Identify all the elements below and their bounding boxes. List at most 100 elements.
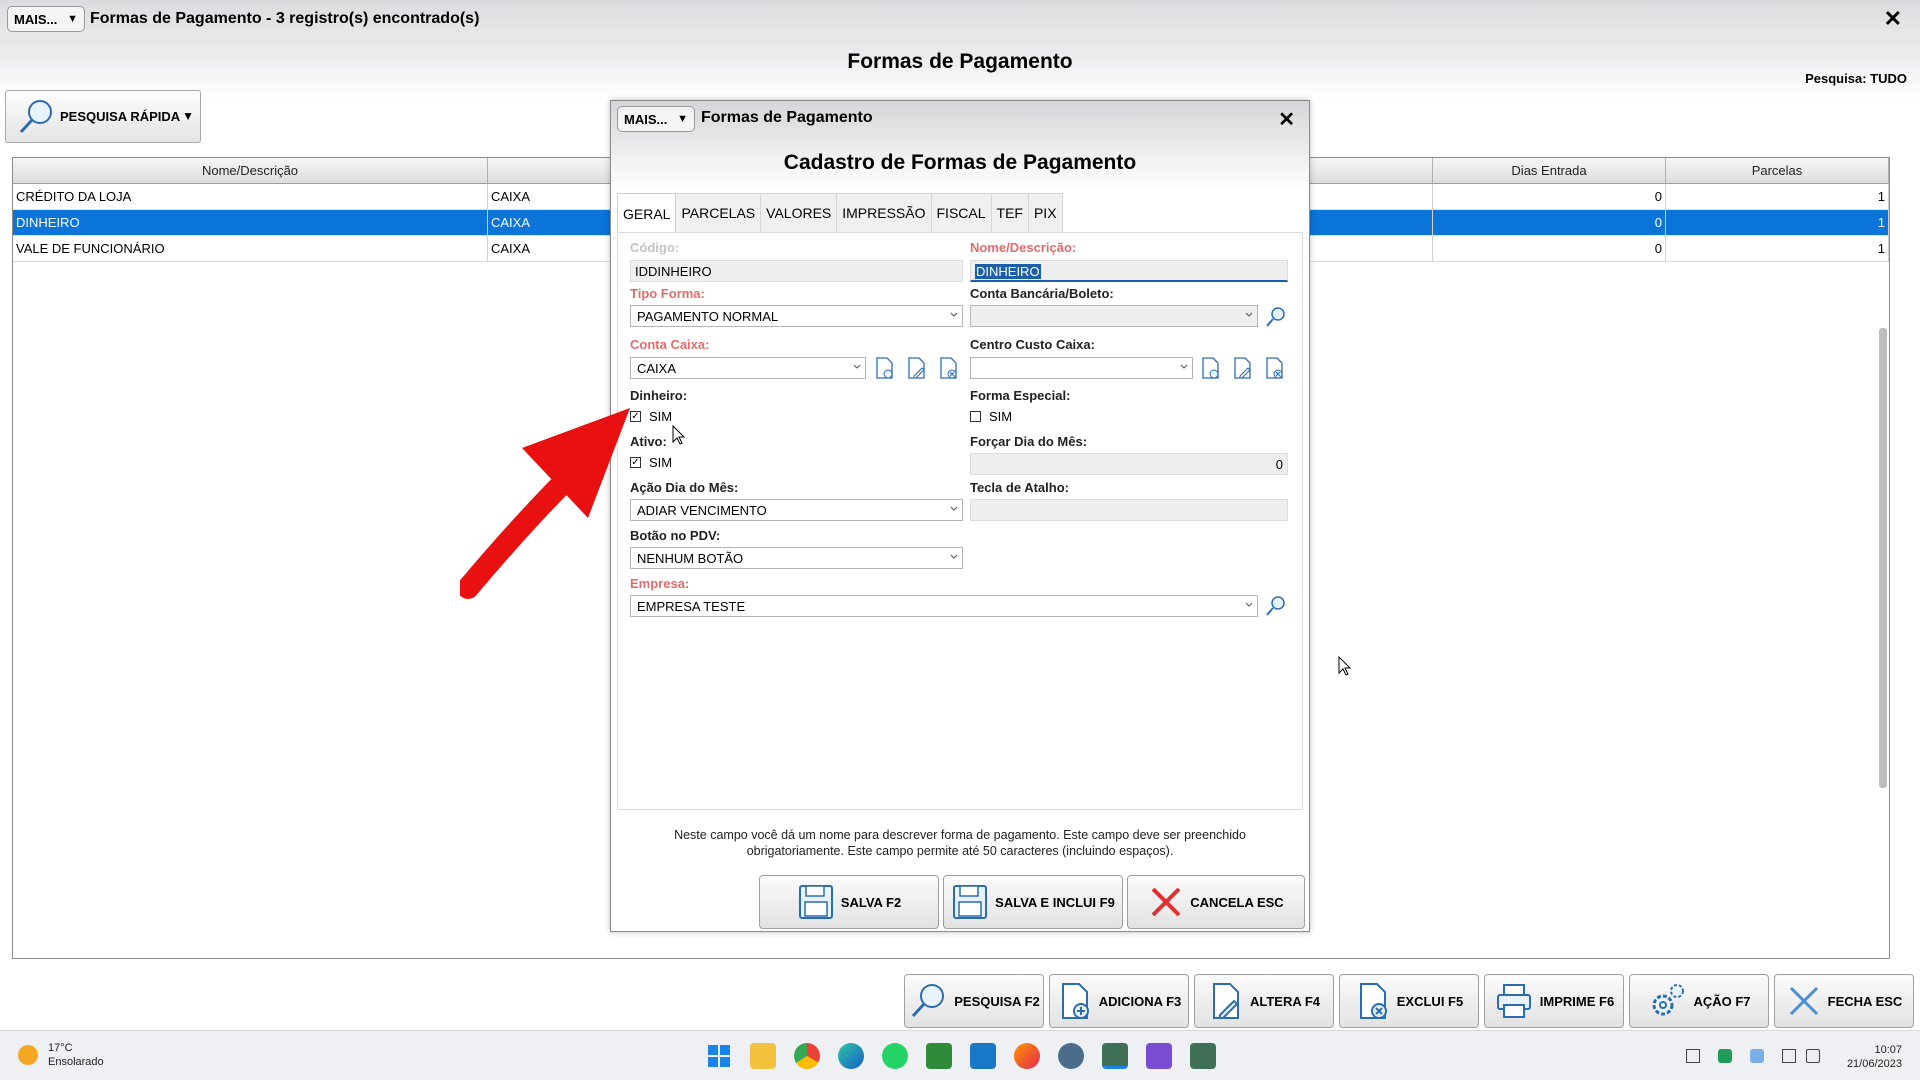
chevron-down-icon [1245, 602, 1253, 607]
cell-nome: DINHEIRO [13, 210, 488, 236]
column-header-nome[interactable]: Nome/Descrição [13, 158, 488, 184]
start-windows-icon[interactable] [706, 1043, 732, 1069]
shield-icon[interactable] [1718, 1049, 1732, 1063]
checkbox-unchecked-icon [970, 411, 981, 422]
tab-impressao[interactable]: IMPRESSÃO [837, 193, 932, 233]
acao-button[interactable]: AÇÃO F7 [1629, 974, 1769, 1028]
conta-caixa-select[interactable]: CAIXA [630, 357, 866, 379]
network-icon[interactable] [1782, 1049, 1796, 1063]
mais-menu-button[interactable]: MAIS... ▼ [7, 6, 85, 32]
file-explorer-icon[interactable] [750, 1043, 776, 1069]
delete-document-icon[interactable] [1263, 356, 1287, 380]
botao-pdv-select[interactable]: NENHUM BOTÃO [630, 547, 963, 569]
exclui-button[interactable]: EXCLUI F5 [1339, 974, 1479, 1028]
quick-search-button[interactable]: PESQUISA RÁPIDA ▼ [5, 90, 201, 143]
altera-button[interactable]: ALTERA F4 [1194, 974, 1334, 1028]
cancela-button[interactable]: CANCELA ESC [1127, 875, 1305, 929]
weather-widget[interactable]: 17°C Ensolarado [18, 1041, 104, 1069]
tipo-forma-select[interactable]: PAGAMENTO NORMAL [630, 305, 963, 327]
forma-especial-check-label: SIM [989, 409, 1013, 424]
tab-parcelas[interactable]: PARCELAS [676, 193, 762, 233]
dialog-title: Formas de Pagamento [701, 109, 873, 126]
codigo-field[interactable]: IDDINHEIRO [630, 260, 963, 282]
dialog-heading: Cadastro de Formas de Pagamento [783, 151, 1137, 174]
nome-field[interactable]: DINHEIRO [970, 260, 1288, 282]
dropdown-arrow-icon[interactable]: ▼ [182, 109, 194, 123]
add-document-icon[interactable] [1199, 356, 1223, 380]
pesquisa-button[interactable]: PESQUISA F2 [904, 974, 1044, 1028]
system-clock[interactable]: 10:07 21/06/2023 [1847, 1043, 1902, 1071]
weather-condition: Ensolarado [48, 1056, 104, 1068]
altera-label: ALTERA F4 [1249, 993, 1321, 1009]
volume-icon[interactable] [1806, 1049, 1820, 1063]
column-header-parcelas[interactable]: Parcelas [1666, 158, 1889, 184]
taskbar: 17°C Ensolarado 10:07 21/06/2023 [0, 1030, 1920, 1080]
edge-icon[interactable] [838, 1043, 864, 1069]
magnifier-icon [912, 984, 945, 1018]
search-icon[interactable] [1264, 594, 1288, 618]
add-document-icon[interactable] [873, 356, 897, 380]
tab-fiscal[interactable]: FISCAL [931, 193, 992, 233]
chrome-icon[interactable] [794, 1043, 820, 1069]
usb-icon[interactable] [1686, 1049, 1700, 1063]
acao-dia-select[interactable]: ADIAR VENCIMENTO [630, 499, 963, 521]
edit-document-icon[interactable] [1231, 356, 1255, 380]
imprime-button[interactable]: IMPRIME F6 [1484, 974, 1624, 1028]
cancel-x-icon [1151, 887, 1181, 917]
delete-document-icon[interactable] [937, 356, 961, 380]
outlook-icon[interactable] [970, 1043, 996, 1069]
close-icon[interactable]: ✕ [1278, 107, 1295, 132]
tab-panel-geral: Código: IDDINHEIRO Nome/Descrição: DINHE… [617, 232, 1303, 810]
window-title: Formas de Pagamento - 3 registro(s) enco… [90, 10, 480, 27]
tab-valores[interactable]: VALORES [761, 193, 838, 233]
dialog-mais-menu-button[interactable]: MAIS... ▼ [617, 106, 695, 132]
whatsapp-icon[interactable] [882, 1043, 908, 1069]
delete-document-icon [1359, 983, 1387, 1019]
tipo-forma-label: Tipo Forma: [630, 286, 705, 301]
chevron-down-icon [1180, 364, 1188, 369]
forcar-dia-field[interactable]: 0 [970, 453, 1288, 475]
settings-gear-icon[interactable] [1058, 1043, 1084, 1069]
annotation-arrow-icon [460, 408, 630, 599]
botao-pdv-label: Botão no PDV: [630, 528, 721, 543]
mouse-cursor-icon [672, 425, 686, 445]
cell-parcelas: 1 [1666, 236, 1889, 262]
erp-app-icon-2[interactable] [1190, 1043, 1216, 1069]
search-icon[interactable] [1264, 305, 1288, 329]
cell-dias: 0 [1433, 236, 1666, 262]
adiciona-button[interactable]: ADICIONA F3 [1049, 974, 1189, 1028]
forma-especial-label: Forma Especial: [970, 388, 1071, 403]
close-icon[interactable]: ✕ [1884, 6, 1902, 32]
tab-geral[interactable]: GERAL [617, 193, 677, 233]
tecla-atalho-label: Tecla de Atalho: [970, 480, 1069, 495]
centro-custo-select[interactable] [970, 357, 1193, 379]
nome-label: Nome/Descrição: [970, 240, 1077, 255]
mouse-cursor-icon [1338, 656, 1352, 676]
salva-inclui-label: SALVA E INCLUI F9 [995, 894, 1115, 910]
conta-bancaria-label: Conta Bancária/Boleto: [970, 286, 1114, 301]
firefox-icon[interactable] [1014, 1043, 1040, 1069]
cell-dias: 0 [1433, 184, 1666, 210]
empresa-select[interactable]: EMPRESA TESTE [630, 595, 1258, 617]
salva-button[interactable]: SALVA F2 [759, 875, 939, 929]
centro-custo-label: Centro Custo Caixa: [970, 337, 1095, 352]
adiciona-label: ADICIONA F3 [1098, 993, 1182, 1009]
vertical-scrollbar[interactable] [1879, 328, 1887, 788]
video-editor-icon[interactable] [1146, 1043, 1172, 1069]
fecha-button[interactable]: FECHA ESC [1774, 974, 1914, 1028]
acao-label: AÇÃO F7 [1693, 993, 1751, 1009]
conta-bancaria-select[interactable] [970, 305, 1258, 327]
pesquisa-label: PESQUISA F2 [954, 993, 1040, 1009]
tab-tef[interactable]: TEF [991, 193, 1029, 233]
forma-especial-checkbox[interactable]: SIM [970, 409, 1012, 424]
tab-pix[interactable]: PIX [1028, 193, 1063, 233]
erp-app-icon[interactable] [1102, 1043, 1128, 1069]
salva-inclui-button[interactable]: SALVA E INCLUI F9 [943, 875, 1123, 929]
tecla-atalho-field[interactable] [970, 499, 1288, 521]
spreadsheet-icon[interactable] [926, 1043, 952, 1069]
column-header-dias-entrada[interactable]: Dias Entrada [1433, 158, 1666, 184]
edit-document-icon[interactable] [905, 356, 929, 380]
cloud-icon[interactable] [1750, 1049, 1764, 1063]
cell-nome: VALE DE FUNCIONÁRIO [13, 236, 488, 262]
chevron-down-icon [950, 312, 958, 317]
